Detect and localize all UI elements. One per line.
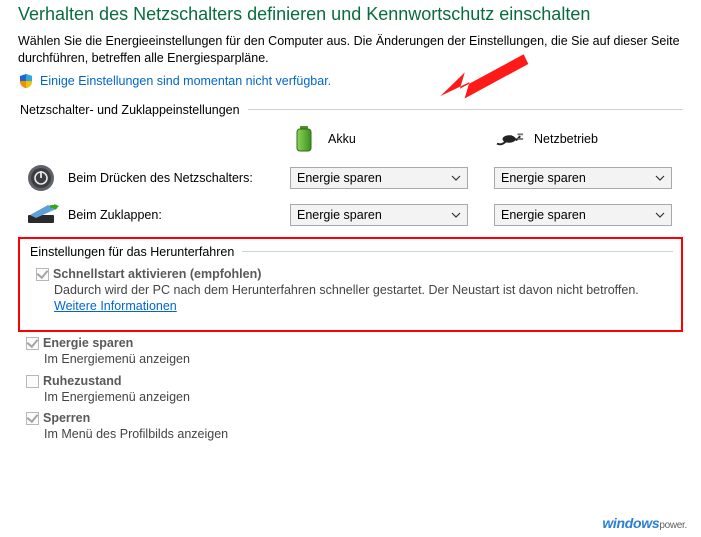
checkbox-icon bbox=[26, 412, 39, 425]
section-shutdown: Einstellungen für das Herunterfahren bbox=[28, 245, 673, 259]
uac-shield-icon bbox=[18, 73, 34, 89]
more-info-link[interactable]: Weitere Informationen bbox=[54, 299, 177, 313]
mode-battery-label: Akku bbox=[328, 132, 356, 146]
chevron-down-icon bbox=[653, 171, 667, 185]
lid-close-row: Beim Zuklappen: Energie sparen Energie s… bbox=[18, 203, 683, 227]
chevron-down-icon bbox=[449, 208, 463, 222]
power-button-row: Beim Drücken des Netzschalters: Energie … bbox=[18, 163, 683, 193]
checkbox-description: Im Energiemenü anzeigen bbox=[44, 389, 683, 405]
checkbox-description: Dadurch wird der PC nach dem Herunterfah… bbox=[54, 282, 673, 315]
checkbox-sleep[interactable]: Energie sparen Im Energiemenü anzeigen bbox=[26, 336, 683, 367]
chevron-down-icon bbox=[653, 208, 667, 222]
power-button-icon bbox=[26, 163, 68, 193]
watermark: windowspower. bbox=[602, 515, 687, 531]
chevron-down-icon bbox=[449, 171, 463, 185]
highlight-box: Einstellungen für das Herunterfahren Sch… bbox=[18, 237, 683, 333]
checkbox-label: Sperren bbox=[43, 411, 90, 425]
divider bbox=[248, 109, 683, 110]
page-title: Verhalten des Netzschalters definieren u… bbox=[18, 4, 683, 25]
lid-plugged-select[interactable]: Energie sparen bbox=[494, 204, 672, 226]
mode-header-row: Akku Netzbetrieb bbox=[18, 125, 683, 153]
power-button-plugged-select[interactable]: Energie sparen bbox=[494, 167, 672, 189]
power-button-battery-select[interactable]: Energie sparen bbox=[290, 167, 468, 189]
checkbox-icon bbox=[36, 268, 49, 281]
lid-close-label: Beim Zuklappen: bbox=[68, 208, 290, 222]
battery-icon bbox=[290, 125, 318, 153]
power-button-label: Beim Drücken des Netzschalters: bbox=[68, 171, 290, 185]
checkbox-icon bbox=[26, 375, 39, 388]
checkbox-lock[interactable]: Sperren Im Menü des Profilbilds anzeigen bbox=[26, 411, 683, 442]
mode-plugged-label: Netzbetrieb bbox=[534, 132, 598, 146]
lid-close-icon bbox=[26, 203, 68, 227]
section-power-buttons: Netzschalter- und Zuklappeinstellungen bbox=[18, 103, 683, 117]
checkbox-description: Im Menü des Profilbilds anzeigen bbox=[44, 426, 683, 442]
checkbox-fast-startup[interactable]: Schnellstart aktivieren (empfohlen) Dadu… bbox=[36, 267, 673, 315]
checkbox-label: Schnellstart aktivieren (empfohlen) bbox=[53, 267, 261, 281]
intro-text: Wählen Sie die Energieeinstellungen für … bbox=[18, 33, 683, 67]
checkbox-description: Im Energiemenü anzeigen bbox=[44, 351, 683, 367]
checkbox-label: Ruhezustand bbox=[43, 374, 121, 388]
checkbox-label: Energie sparen bbox=[43, 336, 133, 350]
change-unavailable-settings-link[interactable]: Einige Einstellungen sind momentan nicht… bbox=[40, 74, 331, 88]
checkbox-icon bbox=[26, 337, 39, 350]
divider bbox=[242, 251, 673, 252]
checkbox-hibernate[interactable]: Ruhezustand Im Energiemenü anzeigen bbox=[26, 374, 683, 405]
lid-battery-select[interactable]: Energie sparen bbox=[290, 204, 468, 226]
plug-icon bbox=[496, 125, 524, 153]
